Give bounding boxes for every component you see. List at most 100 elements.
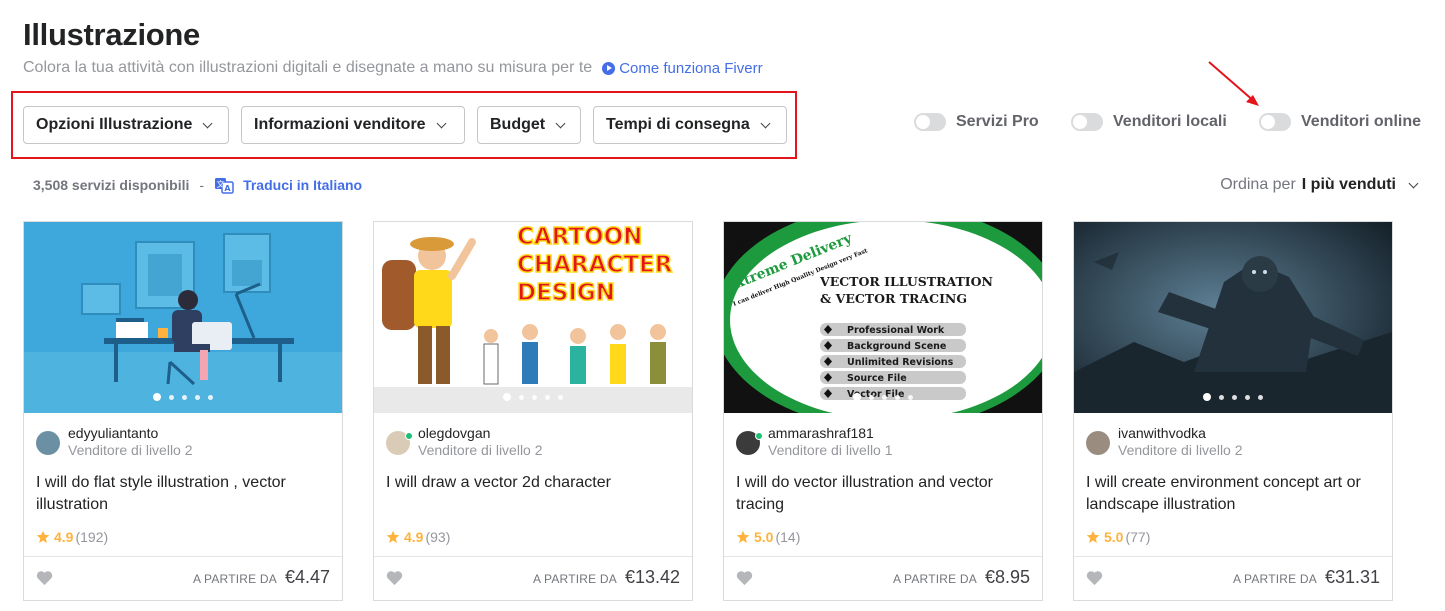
gig-title[interactable]: I will create environment concept art or… xyxy=(1086,472,1382,516)
how-fiverr-works-link[interactable]: Come funziona Fiverr xyxy=(602,60,763,77)
toggle-local-sellers[interactable]: Venditori locali xyxy=(1071,113,1227,131)
carousel-dot[interactable] xyxy=(853,393,861,401)
seller-name[interactable]: ammarashraf181 xyxy=(768,425,893,442)
thumb-text-line-3: DESIGN xyxy=(517,280,615,306)
seller-info: olegdovgan Venditore di livello 2 xyxy=(386,425,543,459)
gig-thumbnail[interactable] xyxy=(1074,222,1392,413)
gig-title[interactable]: I will draw a vector 2d character xyxy=(386,472,682,494)
toggle-label: Venditori locali xyxy=(1113,113,1227,130)
rating-score: 5.0 xyxy=(754,529,774,545)
filter-delivery-time[interactable]: Tempi di consegna xyxy=(593,106,787,144)
chevron-down-icon xyxy=(203,118,213,128)
page-title: Illustrazione xyxy=(23,17,200,52)
carousel-dot[interactable] xyxy=(1203,393,1211,401)
gig-rating: 4.9 (192) xyxy=(36,529,108,545)
price-block[interactable]: A PARTIRE DA €31.31 xyxy=(1233,567,1380,588)
gig-thumbnail[interactable]: ORDER NOW Extreme Delivery I can deliver… xyxy=(724,222,1042,413)
carousel-dot[interactable] xyxy=(908,394,913,400)
carousel-dot[interactable] xyxy=(182,394,187,400)
seller-info: ammarashraf181 Venditore di livello 1 xyxy=(736,425,893,459)
carousel-dots[interactable] xyxy=(499,393,567,401)
carousel-dot[interactable] xyxy=(558,394,563,400)
carousel-dot[interactable] xyxy=(1219,394,1224,400)
heart-icon[interactable] xyxy=(386,570,403,586)
carousel-dot[interactable] xyxy=(169,394,174,400)
translate-link[interactable]: Traduci in Italiano xyxy=(243,177,362,193)
carousel-dot[interactable] xyxy=(153,393,161,401)
toggle-label: Servizi Pro xyxy=(956,113,1039,130)
gig-card[interactable]: ORDER NOW Extreme Delivery I can deliver… xyxy=(723,221,1043,601)
chevron-down-icon xyxy=(760,118,771,128)
seller-name[interactable]: olegdovgan xyxy=(418,425,543,442)
sort-value: I più venduti xyxy=(1301,176,1396,193)
thumb-feature: Background Scene xyxy=(847,341,946,352)
gig-card[interactable]: edyyuliantanto Venditore di livello 2 I … xyxy=(23,221,343,601)
page-subtitle: Colora la tua attività con illustrazioni… xyxy=(23,59,763,77)
toggle-pro-services[interactable]: Servizi Pro xyxy=(914,113,1039,131)
price-block[interactable]: A PARTIRE DA €4.47 xyxy=(193,567,330,588)
heart-icon[interactable] xyxy=(1086,570,1103,586)
carousel-dots[interactable] xyxy=(1199,393,1267,401)
heart-icon[interactable] xyxy=(36,570,53,586)
carousel-dots[interactable] xyxy=(149,393,217,401)
price-value: €4.47 xyxy=(284,567,330,587)
carousel-dot[interactable] xyxy=(545,394,550,400)
gig-thumbnail[interactable] xyxy=(24,222,342,413)
carousel-dot[interactable] xyxy=(519,394,524,400)
carousel-dot[interactable] xyxy=(532,394,537,400)
carousel-dot[interactable] xyxy=(869,394,874,400)
filter-budget[interactable]: Budget xyxy=(477,106,581,144)
price-value: €8.95 xyxy=(984,567,1030,587)
sort-dropdown[interactable]: Ordina per I più venduti xyxy=(1220,176,1419,194)
flat-office-illustration xyxy=(24,222,342,413)
carousel-dot[interactable] xyxy=(208,394,213,400)
thumb-heading-2: & VECTOR TRACING xyxy=(820,291,967,306)
carousel-dot[interactable] xyxy=(503,393,511,401)
thumb-text-line-2: CHARACTER xyxy=(517,252,673,278)
seller-name[interactable]: ivanwithvodka xyxy=(1118,425,1243,442)
filter-illustration-options[interactable]: Opzioni Illustrazione xyxy=(23,106,229,144)
gig-title[interactable]: I will do vector illustration and vector… xyxy=(736,472,1032,516)
toggle-switch[interactable] xyxy=(1259,113,1291,131)
price-label: A PARTIRE DA xyxy=(532,572,617,586)
carousel-dot[interactable] xyxy=(882,394,887,400)
seller-name[interactable]: edyyuliantanto xyxy=(68,425,193,442)
results-meta: 3,508 servizi disponibili - 文 A Traduci … xyxy=(33,175,362,195)
gig-thumbnail[interactable]: CARTOON CHARACTER DESIGN xyxy=(374,222,692,413)
filter-label: Budget xyxy=(490,116,546,133)
carousel-dot[interactable] xyxy=(1245,394,1250,400)
toggle-online-sellers[interactable]: Venditori online xyxy=(1259,113,1421,131)
toggle-switch[interactable] xyxy=(914,113,946,131)
svg-text:文: 文 xyxy=(217,179,225,189)
heart-icon[interactable] xyxy=(736,570,753,586)
seller-level: Venditore di livello 2 xyxy=(68,442,193,458)
avatar[interactable] xyxy=(1086,431,1110,455)
filter-label: Informazioni venditore xyxy=(254,116,426,133)
filter-label: Opzioni Illustrazione xyxy=(36,116,193,133)
carousel-dots[interactable] xyxy=(849,393,917,401)
carousel-dot[interactable] xyxy=(1258,394,1263,400)
carousel-dot[interactable] xyxy=(195,394,200,400)
price-value: €31.31 xyxy=(1324,567,1380,587)
carousel-dot[interactable] xyxy=(1232,394,1237,400)
rating-score: 4.9 xyxy=(54,529,74,545)
filter-label: Tempi di consegna xyxy=(606,116,750,133)
card-footer: A PARTIRE DA €13.42 xyxy=(374,556,692,601)
price-block[interactable]: A PARTIRE DA €8.95 xyxy=(893,567,1030,588)
star-icon xyxy=(736,530,750,543)
avatar[interactable] xyxy=(36,431,60,455)
gig-title[interactable]: I will do flat style illustration , vect… xyxy=(36,472,332,516)
thumb-feature: Professional Work xyxy=(847,325,945,336)
toggle-switch[interactable] xyxy=(1071,113,1103,131)
avatar[interactable] xyxy=(386,431,413,455)
results-count: 3,508 servizi disponibili xyxy=(33,177,190,193)
carousel-dot[interactable] xyxy=(895,394,900,400)
card-footer: A PARTIRE DA €31.31 xyxy=(1074,556,1392,601)
avatar[interactable] xyxy=(736,431,763,455)
filter-seller-details[interactable]: Informazioni venditore xyxy=(241,106,465,144)
price-value: €13.42 xyxy=(624,567,680,587)
price-label: A PARTIRE DA xyxy=(892,572,977,586)
gig-card[interactable]: ivanwithvodka Venditore di livello 2 I w… xyxy=(1073,221,1393,601)
price-block[interactable]: A PARTIRE DA €13.42 xyxy=(533,567,680,588)
gig-card[interactable]: CARTOON CHARACTER DESIGN olegdovgan Vend… xyxy=(373,221,693,601)
